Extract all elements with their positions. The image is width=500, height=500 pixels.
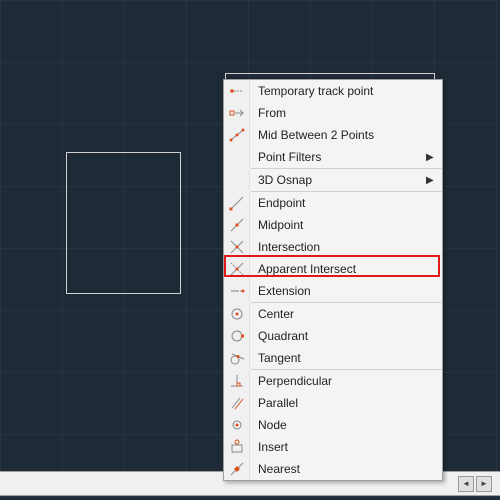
menu-item-label: Nearest — [250, 462, 442, 476]
mid-between-icon — [224, 124, 250, 146]
menu-item-endpoint[interactable]: Endpoint — [224, 192, 442, 214]
menu-item-label: 3D Osnap — [250, 173, 426, 187]
node-icon — [224, 414, 250, 436]
menu-item-label: Node — [250, 418, 442, 432]
menu-item-label: Extension — [250, 284, 442, 298]
menu-item-label: Midpoint — [250, 218, 442, 232]
endpoint-icon — [224, 192, 250, 214]
nearest-icon — [224, 458, 250, 480]
scroll-right-button[interactable]: ► — [476, 476, 492, 492]
menu-item-tangent[interactable]: Tangent — [224, 347, 442, 369]
quadrant-icon — [224, 325, 250, 347]
menu-item-nearest[interactable]: Nearest — [224, 458, 442, 480]
menu-item-label: Perpendicular — [250, 374, 442, 388]
menu-item-apparent-intersect[interactable]: Apparent Intersect — [224, 258, 442, 280]
menu-item-label: Apparent Intersect — [250, 262, 442, 276]
drawing-rectangle-1 — [66, 152, 181, 294]
menu-item-label: Tangent — [250, 351, 442, 365]
menu-item-quadrant[interactable]: Quadrant — [224, 325, 442, 347]
scroll-left-button[interactable]: ◄ — [458, 476, 474, 492]
menu-item-node[interactable]: Node — [224, 414, 442, 436]
submenu-arrow-icon: ▶ — [426, 175, 442, 186]
menu-item-label: Quadrant — [250, 329, 442, 343]
menu-item-label: Intersection — [250, 240, 442, 254]
tangent-icon — [224, 347, 250, 369]
menu-item-from[interactable]: From — [224, 102, 442, 124]
blank-icon — [224, 169, 250, 191]
blank-icon — [224, 146, 250, 168]
menu-item-center[interactable]: Center — [224, 303, 442, 325]
apparent-icon — [224, 258, 250, 280]
menu-item-perpendicular[interactable]: Perpendicular — [224, 370, 442, 392]
midpoint-icon — [224, 214, 250, 236]
menu-item-intersection[interactable]: Intersection — [224, 236, 442, 258]
menu-item-label: Point Filters — [250, 150, 426, 164]
menu-item-label: Parallel — [250, 396, 442, 410]
perpendicular-icon — [224, 370, 250, 392]
menu-item-3d-osnap[interactable]: 3D Osnap▶ — [224, 169, 442, 191]
insert-icon — [224, 436, 250, 458]
center-icon — [224, 303, 250, 325]
menu-item-label: Mid Between 2 Points — [250, 128, 442, 142]
menu-item-parallel[interactable]: Parallel — [224, 392, 442, 414]
menu-item-insert[interactable]: Insert — [224, 436, 442, 458]
menu-item-midpoint[interactable]: Midpoint — [224, 214, 442, 236]
menu-item-label: Temporary track point — [250, 84, 442, 98]
menu-item-label: Insert — [250, 440, 442, 454]
menu-item-label: Center — [250, 307, 442, 321]
intersection-icon — [224, 236, 250, 258]
menu-item-point-filters[interactable]: Point Filters▶ — [224, 146, 442, 168]
menu-item-label: Endpoint — [250, 196, 442, 210]
parallel-icon — [224, 392, 250, 414]
from-icon — [224, 102, 250, 124]
extension-icon — [224, 280, 250, 302]
menu-item-temp-track[interactable]: Temporary track point — [224, 80, 442, 102]
menu-item-mid-between[interactable]: Mid Between 2 Points — [224, 124, 442, 146]
track-point-icon — [224, 80, 250, 102]
menu-item-label: From — [250, 106, 442, 120]
osnap-context-menu: Temporary track point From Mid Between 2 P… — [223, 79, 443, 481]
menu-item-extension[interactable]: Extension — [224, 280, 442, 302]
submenu-arrow-icon: ▶ — [426, 152, 442, 163]
